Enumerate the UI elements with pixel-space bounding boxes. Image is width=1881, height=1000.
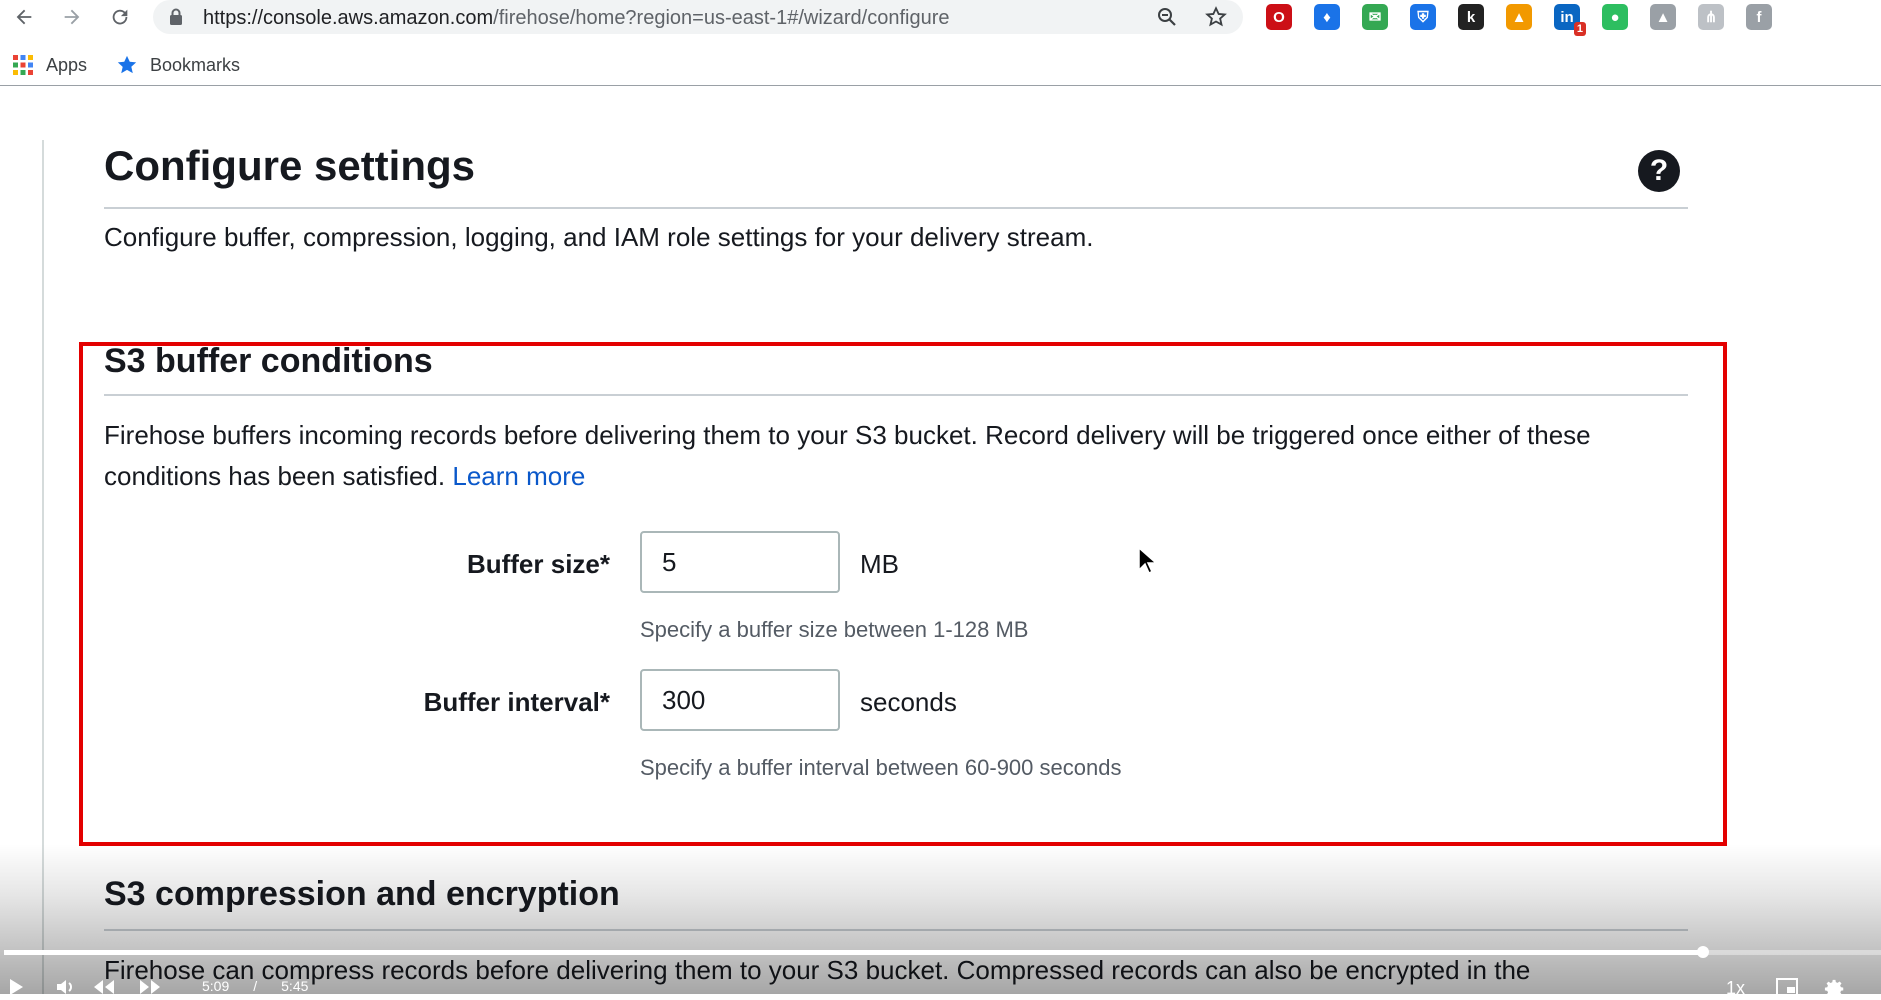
page-title: Configure settings [104,142,476,189]
browser-toolbar: https://console.aws.amazon.com/firehose/… [0,0,1881,36]
buffer-size-input[interactable] [640,531,840,593]
bookmarks-label: Bookmarks [150,54,241,75]
forward-arrow-icon [64,9,80,25]
key-icon[interactable]: ♦ [1314,4,1340,30]
facebook-icon[interactable]: f [1746,4,1772,30]
video-time-display: 5:09 / 5:45 [202,978,308,994]
linkedin-notification-badge: 1 [1573,22,1586,36]
gear-icon [1824,979,1844,999]
buffer-size-hint: Specify a buffer size between 1-128 MB [640,617,1029,642]
settings-button[interactable] [1824,978,1846,1000]
video-time-separator: / [253,978,258,994]
buffer-interval-hint: Specify a buffer interval between 60-900… [640,755,1122,780]
drive-icon[interactable]: ▲ [1650,4,1676,30]
url-text: https://console.aws.amazon.com/firehose/… [203,7,950,30]
fast-forward-icon [140,980,160,994]
page-description: Configure buffer, compression, logging, … [104,222,1094,252]
video-current-time: 5:09 [202,978,230,994]
apps-label: Apps [46,54,88,75]
buffer-interval-unit: seconds [860,687,957,717]
buffer-interval-label: Buffer interval* [423,687,610,717]
video-scrubber-handle[interactable] [1696,946,1709,958]
buffer-size-label: Buffer size* [466,549,610,579]
title-divider [104,207,1688,209]
mouse-cursor-icon [1138,547,1156,575]
compression-section-divider [104,929,1688,931]
compression-section-title: S3 compression and encryption [104,875,620,913]
playback-speed-label: 1x [1726,978,1746,998]
url-host: https://console.aws.amazon.com [203,7,494,29]
k-extension-icon[interactable]: k [1458,4,1484,30]
evernote-icon[interactable]: ● [1602,4,1628,30]
buffer-section-divider [104,394,1688,396]
reload-icon [112,9,128,25]
bookmarks-folder[interactable]: Bookmarks [116,54,240,76]
video-progress-bar[interactable] [4,946,1881,958]
shield-icon[interactable]: ⛨ [1410,4,1436,30]
volume-icon [57,980,72,994]
zoom-icon[interactable] [1156,6,1178,28]
buffer-description-text: Firehose buffers incoming records before… [104,420,1591,491]
play-icon [10,979,23,995]
bookmark-star-icon[interactable] [1205,6,1227,28]
buffer-section-description: Firehose buffers incoming records before… [104,415,1704,497]
apps-grid-icon [13,55,33,75]
learn-more-link[interactable]: Learn more [452,461,585,491]
buffer-section-title: S3 buffer conditions [104,342,433,380]
address-bar[interactable]: https://console.aws.amazon.com/firehose/… [153,0,1243,34]
help-icon[interactable]: ? [1638,150,1680,192]
left-divider [42,140,44,994]
star-icon [117,55,137,74]
playback-speed-button[interactable]: 1x [1726,978,1745,999]
bookmarks-bar: Apps Bookmarks [0,46,1881,86]
url-path: /firehose/home?region=us-east-1#/wizard/… [493,7,950,29]
apps-bookmark[interactable]: Apps [12,54,87,76]
page-content: Configure settings ? Configure buffer, c… [0,90,1881,994]
compression-section-description: Firehose can compress records before del… [104,955,1531,985]
sitemap-icon[interactable]: ⋔ [1698,4,1724,30]
back-button[interactable] [10,3,38,31]
mail-icon[interactable]: ✉ [1362,4,1388,30]
video-duration: 5:45 [281,978,309,994]
linkedin-icon[interactable]: in 1 [1554,4,1586,36]
volume-button[interactable] [56,978,76,996]
buffer-size-unit: MB [860,549,899,579]
rewind-button[interactable] [92,978,116,996]
opera-icon[interactable]: O [1266,4,1292,30]
play-button[interactable] [8,978,24,996]
miniplayer-button[interactable] [1776,978,1798,996]
lock-icon [170,8,182,25]
miniplayer-icon [1776,978,1798,996]
fast-forward-button[interactable] [138,978,162,996]
triangle-icon[interactable]: ▲ [1506,4,1532,30]
forward-button[interactable] [58,3,86,31]
rewind-icon [94,980,114,994]
reload-button[interactable] [106,3,134,31]
buffer-interval-input[interactable] [640,669,840,731]
video-progress-fill [4,950,1703,955]
back-arrow-icon [16,9,32,25]
